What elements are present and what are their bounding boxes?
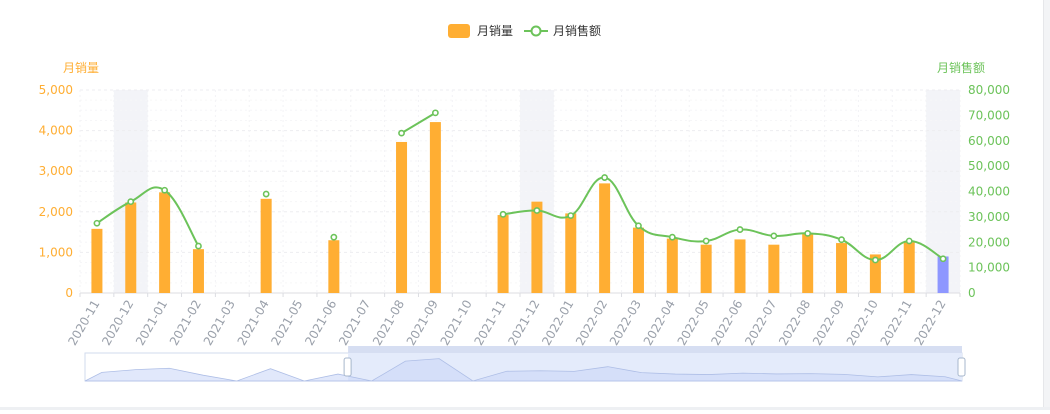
x-tick-label: 2020-12	[99, 298, 136, 348]
bar	[159, 192, 171, 293]
legend-bar-label: 月销量	[477, 24, 513, 38]
y-left-tick-label: 5,000	[39, 83, 73, 97]
y-left-tick-label: 0	[65, 286, 73, 300]
line-point	[499, 210, 507, 218]
line-point	[161, 186, 169, 194]
x-tick-label: 2022-12	[911, 298, 948, 348]
bar	[599, 183, 611, 293]
line-point	[431, 109, 439, 117]
line-point	[871, 256, 879, 264]
bar	[531, 201, 543, 293]
x-tick-label: 2021-03	[201, 298, 238, 348]
line-point	[736, 226, 744, 233]
x-tick-label: 2022-01	[539, 298, 576, 348]
x-tick-label: 2022-03	[607, 298, 644, 348]
bar	[192, 249, 204, 293]
bar	[666, 238, 678, 293]
line-point	[939, 255, 947, 263]
line-point	[127, 198, 135, 206]
window-edge	[1043, 0, 1050, 410]
bar	[429, 122, 441, 293]
legend-item-line: 月销售额	[524, 23, 601, 38]
line-point	[330, 233, 338, 241]
legend-line-label: 月销售额	[553, 23, 601, 38]
y-right-tick-label: 50,000	[968, 159, 1010, 173]
bar	[836, 243, 848, 293]
legend-line-marker	[530, 25, 542, 37]
y-right-tick-label: 20,000	[968, 235, 1010, 249]
x-tick-label: 2021-09	[404, 298, 441, 348]
x-tick-label: 2021-07	[336, 298, 373, 348]
line-point	[804, 229, 812, 237]
legend-bar-swatch	[448, 24, 470, 38]
line-point	[601, 174, 609, 181]
datazoom-handle-end[interactable]	[957, 357, 966, 377]
y-right-tick-label: 80,000	[968, 83, 1010, 97]
x-tick-label: 2021-08	[370, 298, 407, 348]
y-right-tick-label: 60,000	[968, 134, 1010, 148]
x-tick-label: 2021-10	[438, 298, 475, 348]
y-right-tick-label: 10,000	[968, 261, 1010, 275]
line-point	[635, 222, 642, 230]
line-point	[770, 232, 778, 240]
y-right-tick-label: 30,000	[968, 210, 1010, 224]
bar	[328, 240, 340, 293]
line-point	[533, 207, 541, 214]
x-tick-label: 2022-02	[573, 298, 610, 348]
line-point	[262, 190, 270, 198]
y-left-axis-title: 月销量	[63, 61, 99, 75]
datazoom-move-bar	[348, 346, 963, 353]
bar	[565, 213, 577, 293]
x-tick-label: 2022-09	[810, 298, 847, 348]
y-right-axis-title: 月销售额	[937, 60, 985, 75]
bar	[125, 202, 137, 293]
bar	[260, 198, 272, 293]
x-tick-label: 2021-05	[268, 298, 305, 348]
x-tick-label: 2021-06	[302, 298, 339, 348]
legend-item-bar: 月销量	[448, 24, 513, 38]
chart: 0 1,000 2,000 3,000 4,000 5,000 月销量 0 10,000 20,0…	[0, 0, 1050, 410]
line-point	[398, 129, 405, 137]
x-tick-label: 2022-05	[675, 298, 712, 348]
x-tick-label: 2022-07	[742, 298, 779, 348]
x-tick-label: 2022-06	[708, 298, 745, 348]
bar	[768, 244, 780, 293]
datazoom-handle-start[interactable]	[343, 357, 352, 377]
bar	[396, 141, 408, 293]
y-right-tick-label: 0	[968, 286, 976, 300]
x-tick-label: 2021-11	[471, 297, 508, 347]
bar	[734, 239, 746, 293]
line-point	[93, 219, 101, 227]
line-point	[668, 233, 676, 241]
x-tick-label: 2022-04	[641, 298, 678, 348]
bar	[632, 227, 644, 293]
bar	[802, 233, 814, 293]
legend: 月销量 月销售额	[448, 23, 601, 38]
x-tick-label: 2022-11	[878, 298, 915, 348]
y-right-tick-label: 40,000	[968, 185, 1010, 199]
line-point	[905, 237, 913, 245]
line-point	[195, 242, 202, 250]
y-left-tick-label: 1,000	[39, 245, 73, 259]
y-right-tick-label: 70,000	[968, 108, 1010, 122]
bar	[903, 242, 915, 293]
x-tick-label: 2022-10	[844, 298, 881, 348]
y-left-tick-label: 2,000	[39, 205, 73, 219]
x-tick-label: 2021-02	[167, 298, 204, 348]
bar	[497, 215, 509, 293]
bar	[91, 228, 103, 293]
line-point	[838, 236, 845, 244]
bar	[700, 244, 712, 293]
line-point	[567, 212, 575, 220]
datazoom-slider	[84, 346, 966, 382]
y-left-tick-label: 4,000	[39, 124, 73, 138]
x-tick-label: 2021-04	[235, 298, 272, 348]
x-tick-label: 2022-08	[776, 298, 813, 348]
x-tick-label: 2021-12	[505, 298, 542, 348]
x-tick-label: 2020-11	[65, 298, 102, 348]
chart-canvas: 0 1,000 2,000 3,000 4,000 5,000 月销量 0 10,000 20,0…	[39, 23, 1010, 382]
x-tick-label: 2021-01	[133, 298, 170, 348]
line-point	[702, 237, 710, 245]
y-left-tick-label: 3,000	[39, 164, 73, 178]
